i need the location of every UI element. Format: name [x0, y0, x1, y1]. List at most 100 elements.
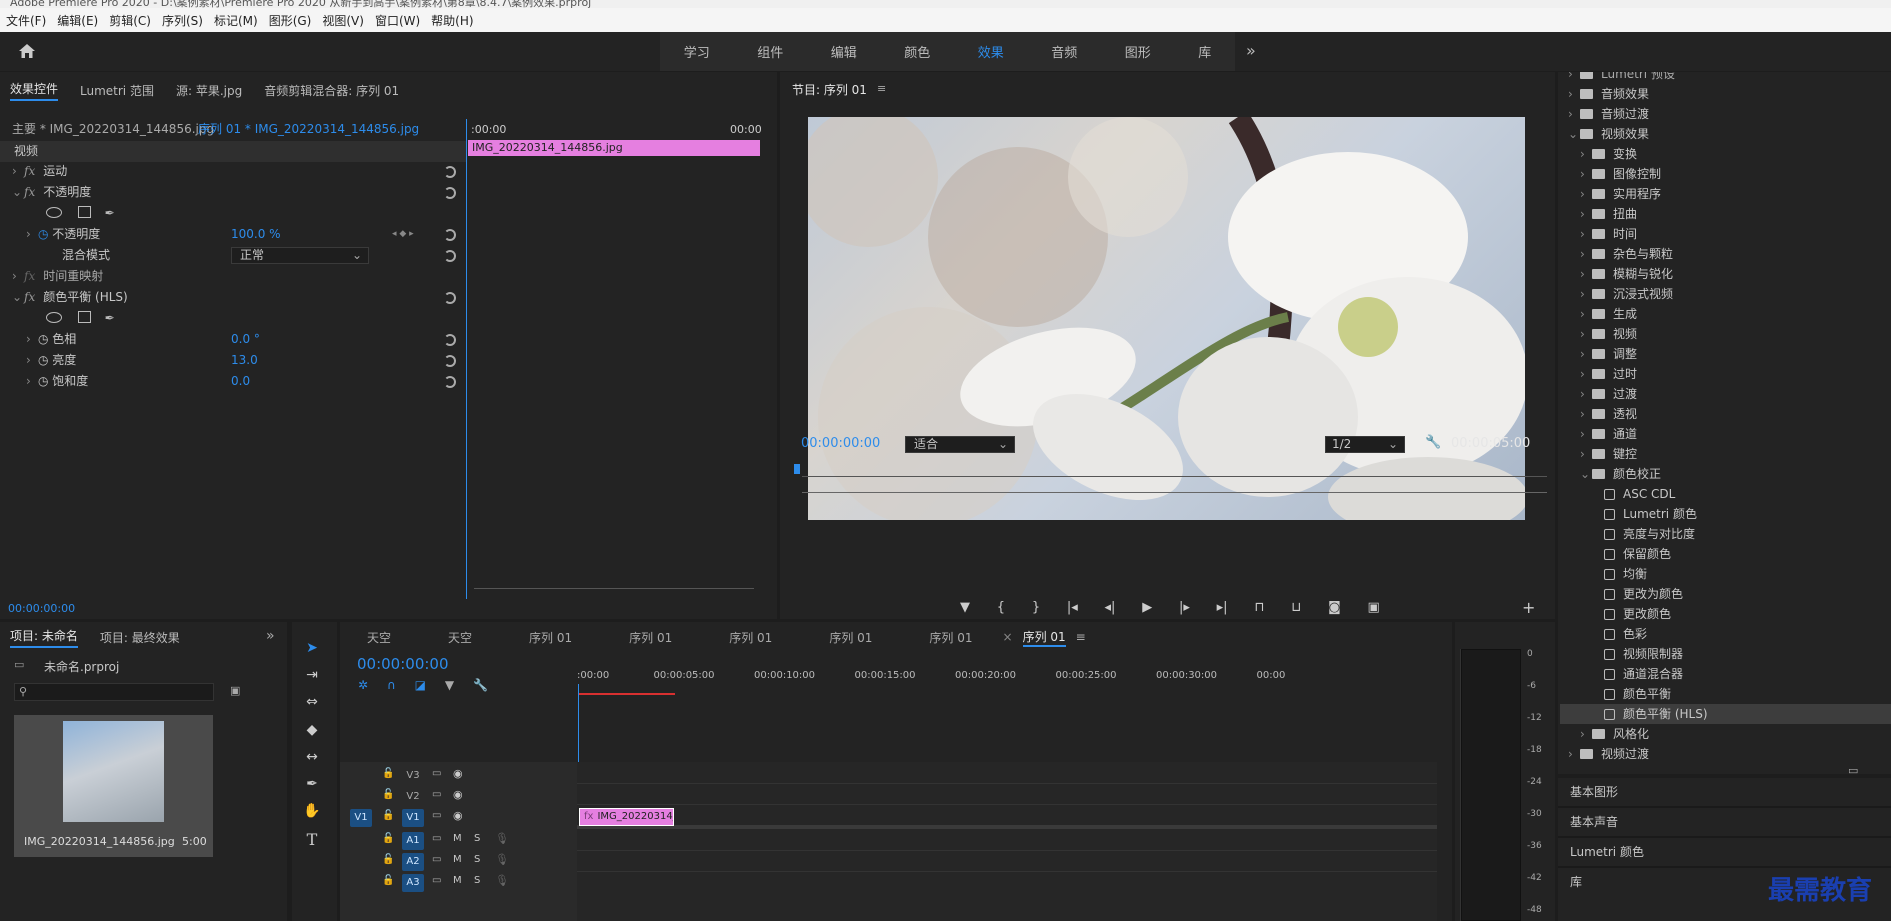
chevron-right-icon[interactable]: ›	[1580, 424, 1592, 444]
chevron-right-icon[interactable]: ›	[1580, 344, 1592, 364]
sync-icon[interactable]: ▭	[432, 810, 441, 821]
effects-item-lumetri-presets[interactable]: › Lumetri 预设	[1568, 72, 1675, 84]
solo-button[interactable]: S	[474, 875, 480, 886]
effects-item[interactable]: › 实用程序	[1580, 184, 1891, 204]
ec-clip-bar[interactable]: IMG_20220314_144856.jpg	[468, 140, 760, 156]
keyframe-nav[interactable]: ◂ ◆ ▸	[392, 224, 414, 245]
mark-out-icon[interactable]: }	[1032, 600, 1040, 615]
compare-view-icon[interactable]: ▣	[1368, 600, 1380, 615]
panel-essential-graphics[interactable]: 基本图形	[1570, 778, 1618, 806]
razor-tool-icon[interactable]: ◆	[292, 722, 332, 744]
effects-item[interactable]: › 音频过渡	[1568, 104, 1891, 124]
effects-item[interactable]: › 视频	[1580, 324, 1891, 344]
effects-item[interactable]: 通道混合器	[1592, 664, 1891, 684]
effects-item[interactable]: › 透视	[1580, 404, 1891, 424]
chevron-right-icon[interactable]: ›	[26, 329, 38, 350]
chevron-right-icon[interactable]: ›	[1580, 284, 1592, 304]
eye-icon[interactable]: ◉	[453, 809, 463, 822]
pen-mask-icon[interactable]: ✒	[105, 203, 115, 224]
add-marker-icon[interactable]: ▼	[960, 600, 970, 615]
menu-window[interactable]: 窗口(W)	[369, 8, 425, 29]
panel-menu-icon[interactable]: ≡	[1076, 630, 1086, 644]
panel-overflow-icon[interactable]: »	[266, 628, 275, 644]
fit-select[interactable]: 适合 ⌄	[905, 436, 1015, 453]
add-button-icon[interactable]: +	[1522, 598, 1535, 617]
chevron-right-icon[interactable]: ›	[26, 224, 38, 245]
timeline-wrench-icon[interactable]: 🔧	[473, 678, 488, 692]
lightness-value[interactable]: 13.0	[231, 350, 258, 371]
chevron-down-icon[interactable]: ⌄	[1568, 124, 1580, 144]
menu-view[interactable]: 视图(V)	[316, 8, 369, 29]
seq-tab-sky-1[interactable]: 天空	[367, 629, 391, 646]
mark-in-icon[interactable]: {	[997, 600, 1005, 615]
snap-icon[interactable]: ∩	[387, 678, 396, 692]
program-playhead[interactable]	[794, 464, 800, 474]
ec-zoom-bar[interactable]	[474, 588, 754, 589]
mic-icon[interactable]: 🎙	[495, 853, 509, 866]
menu-edit[interactable]: 编辑(E)	[51, 8, 103, 29]
tab-project-untitled[interactable]: 项目: 未命名	[10, 627, 78, 648]
chevron-down-icon[interactable]: ⌄	[1580, 464, 1592, 484]
effects-item[interactable]: › 图像控制	[1580, 164, 1891, 184]
ws-graphics[interactable]: 图形	[1125, 42, 1151, 61]
lift-icon[interactable]: ⊓	[1254, 600, 1264, 615]
mic-icon[interactable]: 🎙	[495, 874, 509, 887]
export-frame-icon[interactable]: ◙	[1328, 600, 1341, 615]
effects-item[interactable]: › 变换	[1580, 144, 1891, 164]
effects-item[interactable]: 均衡	[1592, 564, 1891, 584]
step-back-icon[interactable]: ◂|	[1105, 600, 1116, 615]
solo-button[interactable]: S	[474, 854, 480, 865]
new-search-bin-icon[interactable]: ▣	[230, 684, 240, 697]
step-forward-icon[interactable]: |▸	[1179, 600, 1190, 615]
panel-libraries[interactable]: 库	[1570, 868, 1582, 896]
reset-icon[interactable]	[444, 334, 456, 346]
eye-icon[interactable]: ◉	[453, 788, 463, 801]
ellipse-mask-icon[interactable]	[46, 312, 62, 323]
chevron-right-icon[interactable]: ›	[1580, 324, 1592, 344]
reset-icon[interactable]	[444, 187, 456, 199]
ec-playhead[interactable]	[466, 119, 467, 599]
effects-item[interactable]: › 模糊与锐化	[1580, 264, 1891, 284]
ws-assembly[interactable]: 组件	[757, 42, 783, 61]
blend-mode-select[interactable]: 正常 ⌄	[231, 247, 369, 264]
panel-menu-icon[interactable]: ≡	[877, 82, 886, 95]
reset-icon[interactable]	[444, 166, 456, 178]
seq-tab-1[interactable]: 序列 01	[529, 629, 572, 646]
reset-icon[interactable]	[444, 229, 456, 241]
panel-essential-sound[interactable]: 基本声音	[1570, 808, 1618, 836]
sync-icon[interactable]: ▭	[432, 768, 441, 779]
timeline-marker-icon[interactable]: ▼	[445, 678, 454, 692]
sequence-clip-label[interactable]: 序列 01 * IMG_20220314_144856.jpg	[198, 119, 419, 140]
ripple-edit-tool-icon[interactable]: ⇔	[292, 694, 332, 716]
program-zoom-bar[interactable]	[802, 492, 1547, 493]
new-bin-icon[interactable]: ▭	[1848, 764, 1858, 774]
pen-mask-icon[interactable]: ✒	[105, 308, 115, 329]
hand-tool-icon[interactable]: ✋	[292, 803, 332, 825]
effects-item[interactable]: › 风格化	[1580, 724, 1891, 744]
menu-graphics[interactable]: 图形(G)	[263, 8, 317, 29]
timeline-clip[interactable]: fxIMG_20220314_144	[579, 808, 674, 826]
stopwatch-icon[interactable]: ◷	[38, 332, 52, 346]
ws-audio[interactable]: 音频	[1051, 42, 1077, 61]
effects-item[interactable]: › 沉浸式视频	[1580, 284, 1891, 304]
program-time-ruler[interactable]	[802, 476, 1547, 477]
chevron-right-icon[interactable]: ›	[1580, 224, 1592, 244]
mute-button[interactable]: M	[453, 875, 462, 886]
chevron-right-icon[interactable]: ›	[26, 371, 38, 392]
lock-icon[interactable]: 🔓	[382, 875, 394, 886]
chevron-right-icon[interactable]: ›	[1580, 244, 1592, 264]
effects-item[interactable]: 更改为颜色	[1592, 584, 1891, 604]
effects-item[interactable]: › 生成	[1580, 304, 1891, 324]
hue-value[interactable]: 0.0 °	[231, 329, 260, 350]
effects-item[interactable]: › 音频效果	[1568, 84, 1891, 104]
chevron-right-icon[interactable]: ›	[1568, 84, 1580, 104]
menu-clip[interactable]: 剪辑(C)	[103, 8, 156, 29]
mute-button[interactable]: M	[453, 854, 462, 865]
effect-color-balance-hls[interactable]: ⌄ fx 颜色平衡 (HLS)	[12, 287, 128, 308]
slip-tool-icon[interactable]: ↔	[292, 749, 332, 771]
wrench-icon[interactable]: 🔧	[1425, 435, 1441, 450]
effects-item[interactable]: › 通道	[1580, 424, 1891, 444]
effects-item[interactable]: › 时间	[1580, 224, 1891, 244]
ws-color[interactable]: 颜色	[904, 42, 930, 61]
menu-help[interactable]: 帮助(H)	[425, 8, 478, 29]
